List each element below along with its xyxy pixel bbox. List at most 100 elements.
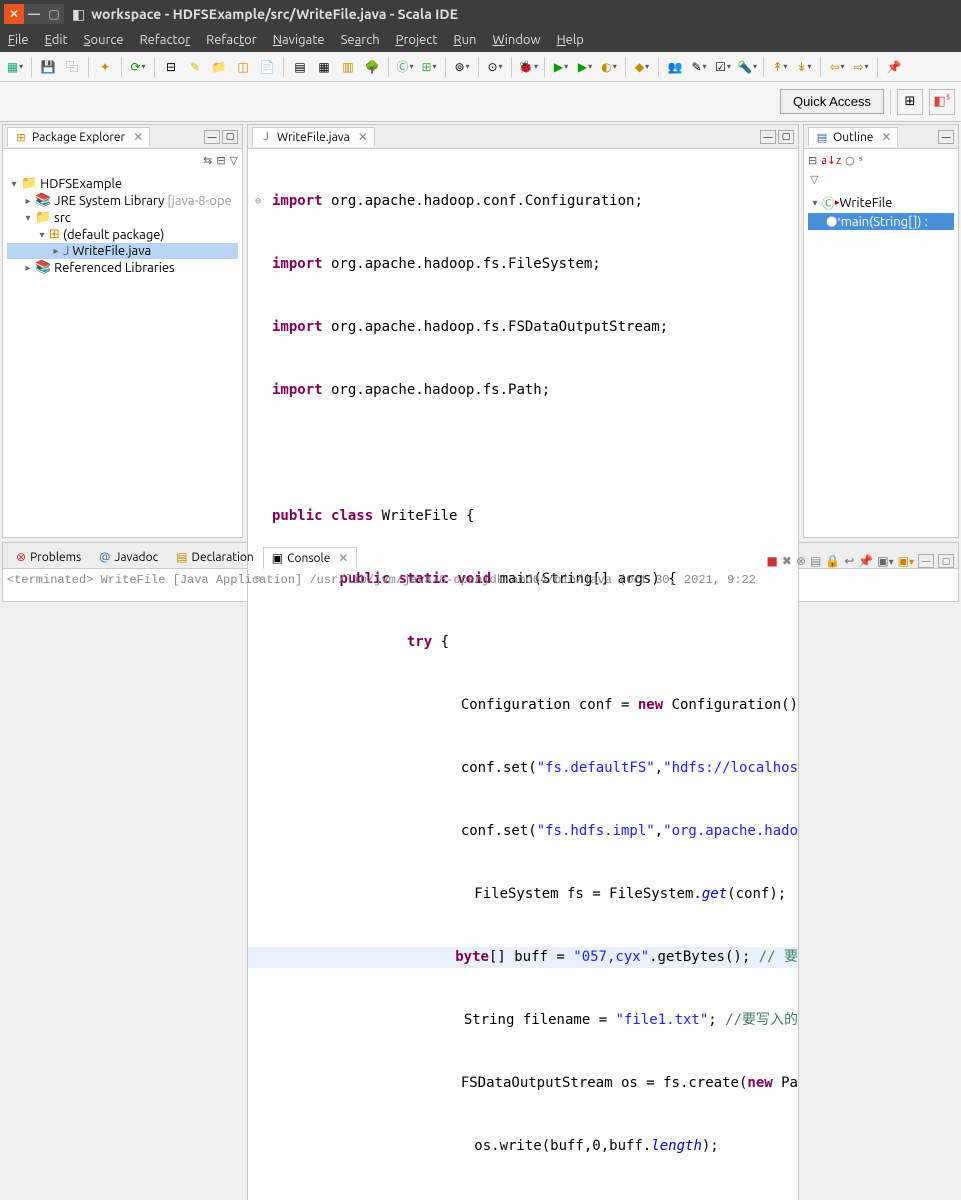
close-outline-icon[interactable]: ✕ (881, 130, 891, 144)
tab-declaration[interactable]: ▤Declaration (167, 546, 263, 568)
collapse-all-icon[interactable]: ⇆ (203, 154, 212, 167)
remove-launch-button[interactable]: ✖ (782, 554, 792, 568)
toggle-button[interactable]: ⊟ (160, 56, 182, 78)
tab-console[interactable]: ▣Console✕ (263, 547, 358, 569)
global-button[interactable]: ⊚▾ (451, 56, 473, 78)
package-explorer-tab[interactable]: ⊞ Package Explorer ✕ (7, 127, 150, 147)
sort-icon[interactable]: ⊟ (808, 154, 817, 167)
next-ann-button[interactable]: ↡▾ (793, 56, 815, 78)
tree-project[interactable]: ▾📁 HDFSExample (7, 175, 238, 192)
refresh-button[interactable]: ⟳▾ (127, 56, 149, 78)
menu-file[interactable]: File (0, 30, 37, 50)
editor-tab-writefile[interactable]: J WriteFile.java ✕ (252, 127, 375, 147)
package-explorer-tree[interactable]: ▾📁 HDFSExample ▸📚 JRE System Library [ja… (3, 171, 242, 537)
remove-all-button[interactable]: ⊗ (796, 554, 806, 568)
link-editor-icon[interactable]: ⊟ (216, 154, 225, 167)
wizard-button[interactable]: ✦ (94, 56, 116, 78)
quick-access-button[interactable]: Quick Access (780, 89, 884, 114)
minimize-window-button[interactable]: — (24, 4, 44, 24)
save-button[interactable]: 💾 (37, 56, 59, 78)
package-button[interactable]: ⊞▾ (418, 56, 440, 78)
team-button[interactable]: 👥 (664, 56, 686, 78)
outline-menu-icon[interactable]: ▽ (804, 171, 958, 188)
scala-icon: ◧ (72, 6, 85, 23)
menu-window[interactable]: Window (484, 30, 548, 50)
clear-console-button[interactable]: ▤ (810, 554, 821, 568)
tree-button[interactable]: 🌳 (361, 56, 383, 78)
close-window-button[interactable]: ✕ (4, 4, 24, 24)
open-perspective-button[interactable]: ⊞ (897, 89, 923, 115)
menu-help[interactable]: Help (549, 30, 592, 50)
pin-console-button[interactable]: 📌 (858, 554, 873, 568)
coverage-button[interactable]: ◐▾ (598, 56, 620, 78)
word-wrap-button[interactable]: ↩ (844, 554, 854, 568)
box-button[interactable]: ◫ (232, 56, 254, 78)
menu-edit[interactable]: Edit (37, 30, 76, 50)
scroll-lock-button[interactable]: 🔒 (825, 554, 840, 568)
outline-tree[interactable]: ▾Ⓒ▸WriteFile ●ˢmain(String[]) : (804, 188, 958, 537)
debug-button[interactable]: 🐞▾ (517, 56, 539, 78)
tree-src[interactable]: ▾📁 src (7, 209, 238, 226)
save-all-button[interactable]: ⿻ (61, 56, 83, 78)
outline-class[interactable]: ▾Ⓒ▸WriteFile (808, 192, 954, 213)
forward-button[interactable]: ⇨▾ (850, 56, 872, 78)
outline-icon: ▤ (815, 130, 829, 144)
window-titlebar: ✕ — ▢ ◧ workspace - HDFSExample/src/Writ… (0, 0, 961, 28)
az-icon[interactable]: a↓z (821, 154, 841, 167)
display-console-button[interactable]: ▣▾ (877, 554, 893, 568)
menu-source[interactable]: Source (76, 30, 132, 50)
tab-problems[interactable]: ⊗Problems (7, 546, 90, 568)
highlight-button[interactable]: ✎ (184, 56, 206, 78)
menu-project[interactable]: Project (388, 30, 446, 50)
pin-button[interactable]: 📌 (883, 56, 905, 78)
tool-button[interactable]: ✎▾ (688, 56, 710, 78)
bottom-max-button[interactable]: ▢ (938, 554, 954, 568)
tree-file-writefile[interactable]: ▸J WriteFile.java (7, 243, 238, 259)
menu-search[interactable]: Search (333, 30, 388, 50)
javadoc-icon: @ (99, 551, 110, 564)
menu-navigate[interactable]: Navigate (265, 30, 333, 50)
code-editor[interactable]: ⊖import org.apache.hadoop.conf.Configura… (248, 149, 798, 1200)
prev-ann-button[interactable]: ↟▾ (769, 56, 791, 78)
panel3-button[interactable]: ▥ (337, 56, 359, 78)
folder-button[interactable]: 📁 (208, 56, 230, 78)
terminate-button[interactable]: ■ (766, 554, 777, 568)
hide-static-icon[interactable]: ˢ (859, 154, 863, 167)
minimize-view-button[interactable]: — (204, 130, 220, 144)
inspect-button[interactable]: ⊙▾ (484, 56, 506, 78)
search-button[interactable]: 🔦▾ (736, 56, 758, 78)
task-button[interactable]: ☑▾ (712, 56, 734, 78)
bottom-min-button[interactable]: — (918, 554, 934, 568)
tree-refs[interactable]: ▸📚 Referenced Libraries (7, 259, 238, 276)
close-icon[interactable]: ✕ (133, 130, 143, 144)
main-area: ⊞ Package Explorer ✕ — ▢ ⇆ ⊟ ▽ ▾📁 HDFSEx… (0, 122, 961, 540)
panel2-button[interactable]: ▦ (313, 56, 335, 78)
filter-icon[interactable]: ▽ (230, 154, 238, 167)
panel1-button[interactable]: ▤ (289, 56, 311, 78)
new-button[interactable]: ▦▾ (4, 56, 26, 78)
outline-tab[interactable]: ▤ Outline ✕ (808, 127, 898, 147)
close-console-icon[interactable]: ✕ (338, 551, 348, 565)
maximize-window-button[interactable]: ▢ (44, 4, 64, 24)
class-button[interactable]: Ⓒ▾ (394, 56, 416, 78)
tab-javadoc[interactable]: @Javadoc (90, 547, 167, 568)
run-button[interactable]: ▶▾ (550, 56, 572, 78)
tree-jre[interactable]: ▸📚 JRE System Library [java-8-ope (7, 192, 238, 209)
open-console-button[interactable]: ▣▾ (898, 554, 914, 568)
editor-maximize-button[interactable]: ▢ (778, 130, 794, 144)
menu-refactor-2[interactable]: Refactor (198, 30, 265, 50)
tree-package[interactable]: ▾⊞ (default package) (7, 226, 238, 243)
file-button[interactable]: 📄 (256, 56, 278, 78)
outline-min-button[interactable]: — (938, 130, 954, 144)
hide-fields-icon[interactable]: ○ (845, 154, 855, 167)
ext-button[interactable]: ◆▾ (631, 56, 653, 78)
menu-run[interactable]: Run (445, 30, 484, 50)
maximize-view-button[interactable]: ▢ (222, 130, 238, 144)
editor-minimize-button[interactable]: — (760, 130, 776, 144)
menu-refactor[interactable]: Refactor (132, 30, 199, 50)
close-tab-icon[interactable]: ✕ (358, 130, 368, 144)
back-button[interactable]: ⇦▾ (826, 56, 848, 78)
scala-perspective-button[interactable]: ◧⁵ (929, 89, 955, 115)
outline-method-main[interactable]: ●ˢmain(String[]) : (808, 213, 954, 230)
run-last-button[interactable]: ▶▾ (574, 56, 596, 78)
